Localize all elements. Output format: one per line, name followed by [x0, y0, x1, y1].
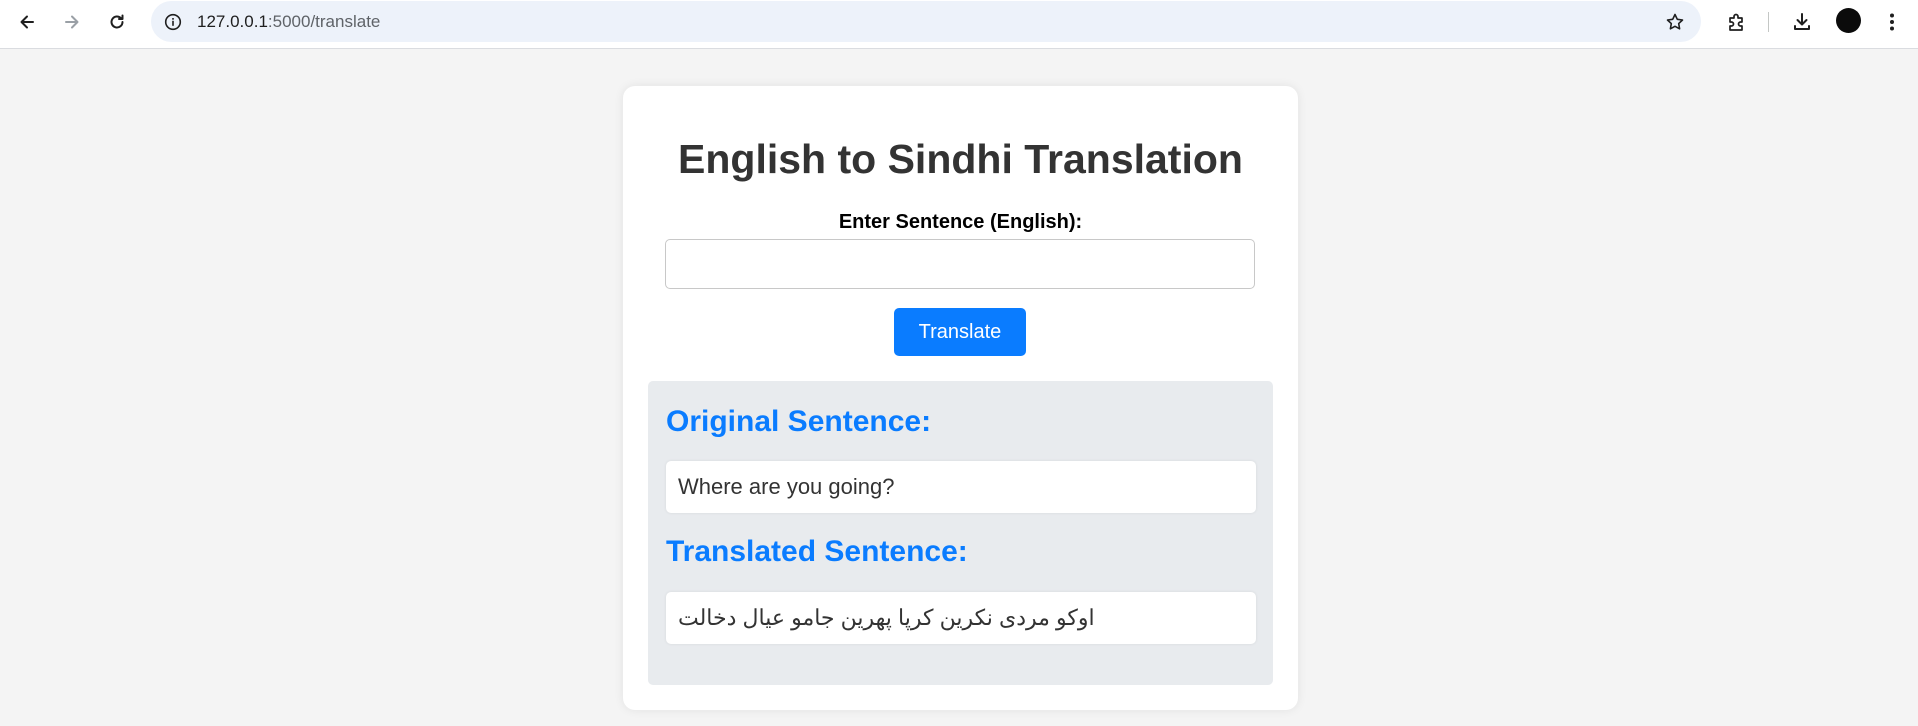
- toolbar-separator: [1768, 12, 1769, 32]
- profile-avatar[interactable]: [1836, 8, 1861, 33]
- sentence-input[interactable]: [665, 239, 1255, 289]
- translation-card: English to Sindhi Translation Enter Sent…: [623, 86, 1298, 710]
- translated-sentence-box: اوکو مردی نکرین کرپا پهرین جامو عیال دخا…: [666, 592, 1256, 644]
- browser-toolbar: 127.0.0.1:5000/translate: [0, 0, 1918, 49]
- browser-menu-button[interactable]: [1876, 6, 1908, 38]
- forward-button[interactable]: [56, 6, 88, 38]
- download-icon: [1794, 13, 1810, 30]
- reload-button[interactable]: [101, 6, 133, 38]
- downloads-button[interactable]: [1786, 6, 1818, 38]
- page-title: English to Sindhi Translation: [678, 136, 1243, 182]
- url-path: :5000/translate: [267, 12, 381, 31]
- extensions-button[interactable]: [1721, 6, 1753, 38]
- address-bar[interactable]: 127.0.0.1:5000/translate: [151, 1, 1701, 42]
- url-host: 127.0.0.1: [197, 12, 268, 31]
- original-heading: Original Sentence:: [666, 405, 932, 438]
- translated-heading: Translated Sentence:: [666, 535, 968, 568]
- back-button[interactable]: [11, 6, 43, 38]
- kebab-menu-icon: [1890, 13, 1894, 31]
- bookmark-button[interactable]: [1663, 10, 1687, 34]
- reload-icon: [110, 14, 124, 29]
- original-sentence-text: Where are you going?: [678, 474, 895, 499]
- puzzle-icon: [1729, 13, 1743, 31]
- back-arrow-icon: [20, 15, 34, 29]
- star-icon: [1666, 13, 1684, 30]
- url-text[interactable]: 127.0.0.1:5000/translate: [197, 12, 380, 32]
- original-sentence-box: Where are you going?: [666, 461, 1256, 513]
- result-panel: Original Sentence: Where are you going? …: [648, 381, 1273, 685]
- translate-button[interactable]: Translate: [894, 308, 1026, 356]
- forward-arrow-icon: [65, 15, 79, 29]
- site-info-button[interactable]: [161, 10, 185, 34]
- info-icon: [164, 13, 182, 31]
- input-label: Enter Sentence (English):: [838, 211, 1083, 233]
- translated-sentence-text: اوکو مردی نکرین کرپا پهرین جامو عیال دخا…: [678, 605, 1095, 630]
